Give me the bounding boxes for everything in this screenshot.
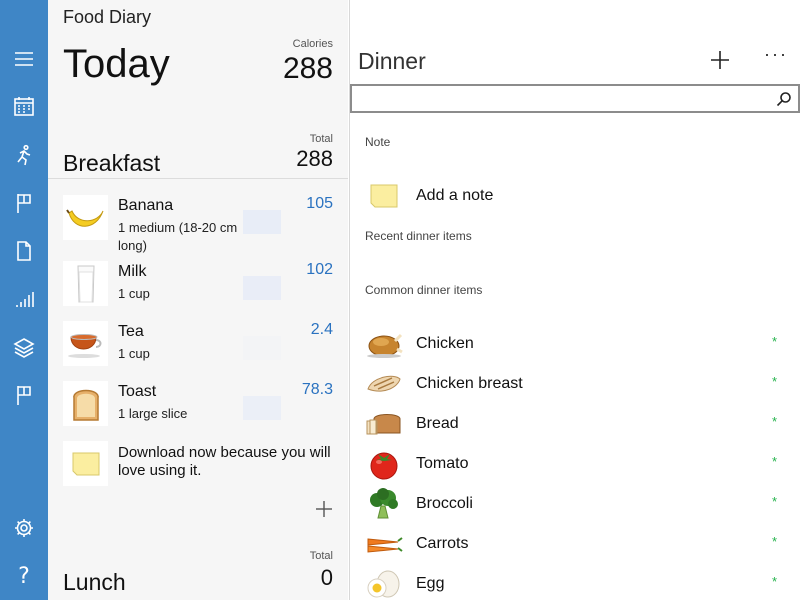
- food-serving: 1 cup: [118, 346, 150, 361]
- food-name: Toast: [118, 383, 157, 400]
- food-name: Milk: [118, 263, 147, 280]
- calorie-bar: [243, 336, 281, 360]
- add-note-label: Add a note: [416, 187, 494, 204]
- meal-title-breakfast[interactable]: Breakfast: [63, 150, 160, 177]
- sticky-note-icon: [364, 180, 404, 212]
- favorite-star-icon[interactable]: *: [772, 574, 777, 589]
- signal-bars-icon[interactable]: [0, 277, 48, 321]
- item-label: Tomato: [416, 455, 469, 472]
- milk-icon: [63, 261, 108, 306]
- item-label: Carrots: [416, 535, 469, 552]
- carrot-icon: [364, 528, 404, 560]
- food-serving: 1 large slice: [118, 406, 188, 421]
- banana-icon: [63, 195, 108, 240]
- lunch-total-value: 0: [320, 565, 333, 590]
- day-title: Today: [63, 42, 170, 86]
- tomato-icon: [364, 448, 404, 480]
- app-title: Food Diary: [63, 7, 152, 27]
- food-name: Banana: [118, 197, 174, 214]
- running-icon[interactable]: [0, 133, 48, 177]
- item-label: Broccoli: [416, 495, 473, 512]
- favorite-star-icon[interactable]: *: [772, 374, 777, 389]
- food-row-banana[interactable]: Banana 1 medium (18-20 cm long) 105: [48, 195, 348, 253]
- menu-icon[interactable]: [0, 37, 48, 81]
- breakfast-note[interactable]: Download now because you will love using…: [48, 441, 348, 491]
- item-label: Chicken breast: [416, 375, 523, 392]
- food-calories: 78.3: [301, 381, 333, 398]
- dinner-pane: Dinner ··· Note Add a note Recent dinner…: [349, 0, 802, 600]
- food-serving: 1 cup: [118, 286, 150, 301]
- tea-icon: [63, 321, 108, 366]
- calorie-bar: [243, 396, 281, 420]
- favorite-star-icon[interactable]: *: [772, 534, 777, 549]
- calorie-bar: [243, 210, 281, 234]
- diary-pane: Food Diary Today Calories 288 Breakfast …: [48, 0, 348, 600]
- add-food-icon[interactable]: [315, 500, 333, 518]
- recent-section-label: Recent dinner items: [365, 229, 472, 243]
- item-label: Bread: [416, 415, 459, 432]
- favorite-star-icon[interactable]: *: [772, 414, 777, 429]
- toast-icon: [63, 381, 108, 426]
- chicken-icon: [364, 328, 404, 360]
- breakfast-total-value: 288: [296, 146, 333, 171]
- favorite-star-icon[interactable]: *: [772, 334, 777, 349]
- calendar-icon[interactable]: [0, 84, 48, 128]
- lunch-total-label: Total: [309, 550, 333, 562]
- chicken-breast-icon: [364, 368, 404, 400]
- list-item-tomato[interactable]: Tomato *: [350, 444, 802, 484]
- list-item-egg[interactable]: Egg *: [350, 564, 802, 600]
- gear-icon[interactable]: [0, 506, 48, 550]
- bread-icon: [364, 408, 404, 440]
- list-item-broccoli[interactable]: Broccoli *: [350, 484, 802, 524]
- meal-title-lunch[interactable]: Lunch: [63, 569, 126, 596]
- sticky-note-icon: [63, 441, 108, 486]
- breakfast-total-label: Total: [309, 133, 333, 145]
- flag-icon[interactable]: [0, 181, 48, 225]
- dinner-title: Dinner: [358, 48, 426, 74]
- list-item-bread[interactable]: Bread *: [350, 404, 802, 444]
- flag-icon[interactable]: [0, 373, 48, 417]
- food-calories: 105: [306, 195, 333, 212]
- add-icon[interactable]: [706, 46, 734, 74]
- food-calories: 2.4: [310, 321, 333, 338]
- layers-icon[interactable]: [0, 325, 48, 369]
- food-row-tea[interactable]: Tea 1 cup 2.4: [48, 321, 348, 377]
- food-row-milk[interactable]: Milk 1 cup 102: [48, 261, 348, 317]
- food-row-toast[interactable]: Toast 1 large slice 78.3: [48, 381, 348, 437]
- search-input[interactable]: [356, 88, 766, 110]
- favorite-star-icon[interactable]: *: [772, 454, 777, 469]
- list-item-carrots[interactable]: Carrots *: [350, 524, 802, 564]
- calories-label: Calories: [292, 38, 333, 50]
- food-serving: 1 medium (18-20 cm long): [118, 220, 238, 253]
- search-box: [350, 84, 800, 113]
- more-options-icon[interactable]: ···: [760, 44, 792, 72]
- favorite-star-icon[interactable]: *: [772, 494, 777, 509]
- nav-rail: ?: [0, 0, 48, 600]
- egg-icon: [364, 568, 404, 600]
- help-icon[interactable]: ?: [0, 554, 48, 598]
- broccoli-icon: [364, 488, 404, 520]
- item-label: Chicken: [416, 335, 474, 352]
- item-label: Egg: [416, 575, 445, 592]
- list-item-chicken[interactable]: Chicken *: [350, 324, 802, 364]
- calorie-bar: [243, 276, 281, 300]
- search-icon[interactable]: [776, 91, 792, 107]
- calories-value: 288: [282, 52, 333, 85]
- common-section-label: Common dinner items: [365, 283, 483, 297]
- food-name: Tea: [118, 323, 144, 340]
- note-section-label: Note: [365, 135, 391, 149]
- food-calories: 102: [306, 261, 333, 278]
- divider: [48, 178, 348, 179]
- document-icon[interactable]: [0, 229, 48, 273]
- list-item-chicken-breast[interactable]: Chicken breast *: [350, 364, 802, 404]
- add-note-item[interactable]: Add a note: [350, 176, 802, 216]
- note-text: Download now because you will love using…: [118, 444, 331, 479]
